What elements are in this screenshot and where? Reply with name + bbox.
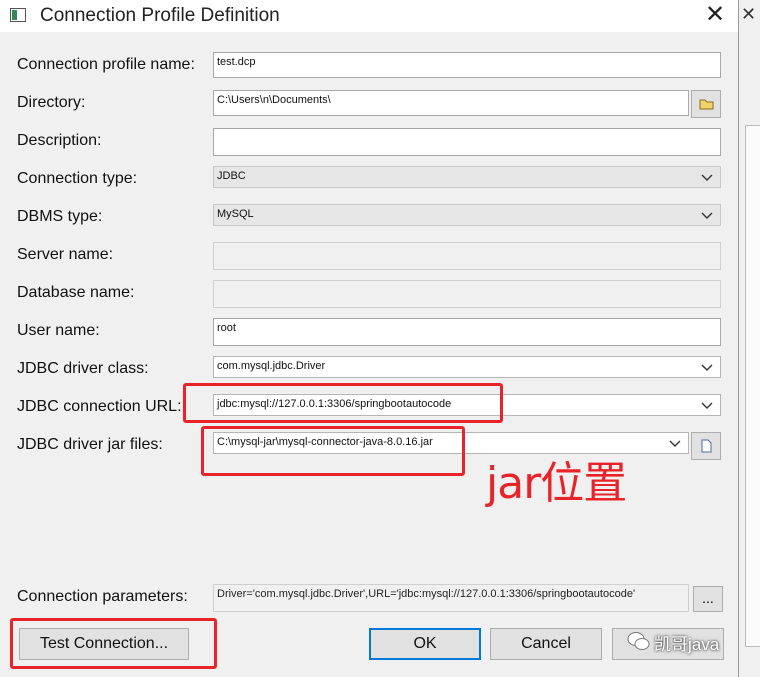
browse-jar-button[interactable] <box>691 432 721 460</box>
watermark: 凯哥java <box>654 635 720 654</box>
close-icon[interactable]: ✕ <box>696 0 734 32</box>
folder-icon <box>699 99 714 110</box>
server-name-input <box>213 242 721 270</box>
chevron-down-icon <box>701 364 713 371</box>
dbms-type-value: MySQL <box>217 208 254 220</box>
background-close-icon: ✕ <box>741 4 757 24</box>
directory-label: Directory: <box>17 94 86 111</box>
url-highlight-box <box>183 383 503 423</box>
profile-name-label: Connection profile name: <box>17 56 195 73</box>
dbms-type-select[interactable]: MySQL <box>213 204 721 226</box>
cancel-button[interactable]: Cancel <box>490 628 602 660</box>
background-window: ✕ <box>738 0 760 677</box>
edit-params-button[interactable]: ... <box>693 586 723 612</box>
browse-directory-button[interactable] <box>691 90 721 118</box>
chevron-down-icon <box>669 440 681 447</box>
test-highlight-box <box>10 618 217 669</box>
dialog-title: Connection Profile Definition <box>40 5 280 26</box>
dbms-type-label: DBMS type: <box>17 208 103 225</box>
database-name-input <box>213 280 721 308</box>
title-bar: Connection Profile Definition ✕ <box>0 0 738 32</box>
directory-input[interactable]: C:\Users\n\Documents\ <box>213 90 689 116</box>
chevron-down-icon <box>701 402 713 409</box>
connection-type-select[interactable]: JDBC <box>213 166 721 188</box>
connection-params-label: Connection parameters: <box>17 588 188 605</box>
connection-params-input[interactable]: Driver='com.mysql.jdbc.Driver',URL='jdbc… <box>213 584 689 612</box>
profile-name-input[interactable]: test.dcp <box>213 52 721 78</box>
description-label: Description: <box>17 132 102 149</box>
user-name-label: User name: <box>17 322 100 339</box>
driver-class-select[interactable]: com.mysql.jdbc.Driver <box>213 356 721 378</box>
driver-jar-label: JDBC driver jar files: <box>17 436 163 453</box>
user-name-input[interactable]: root <box>213 318 721 346</box>
description-input[interactable] <box>213 128 721 156</box>
driver-class-label: JDBC driver class: <box>17 360 149 377</box>
ok-button[interactable]: OK <box>369 628 481 660</box>
connection-profile-dialog: Connection Profile Definition ✕ Connecti… <box>0 0 739 677</box>
wechat-icon <box>627 632 650 650</box>
jar-highlight-box <box>201 426 465 476</box>
window-icon <box>10 8 26 22</box>
chevron-down-icon <box>701 212 713 219</box>
connection-type-label: Connection type: <box>17 170 138 187</box>
background-panel <box>745 125 760 647</box>
connection-url-label: JDBC connection URL: <box>17 398 182 415</box>
connection-type-value: JDBC <box>217 170 246 182</box>
database-name-label: Database name: <box>17 284 135 301</box>
chevron-down-icon <box>701 174 713 181</box>
jar-location-annotation: jar位置 <box>486 458 627 509</box>
server-name-label: Server name: <box>17 246 114 263</box>
driver-class-value: com.mysql.jdbc.Driver <box>217 360 326 372</box>
document-icon <box>701 439 712 453</box>
